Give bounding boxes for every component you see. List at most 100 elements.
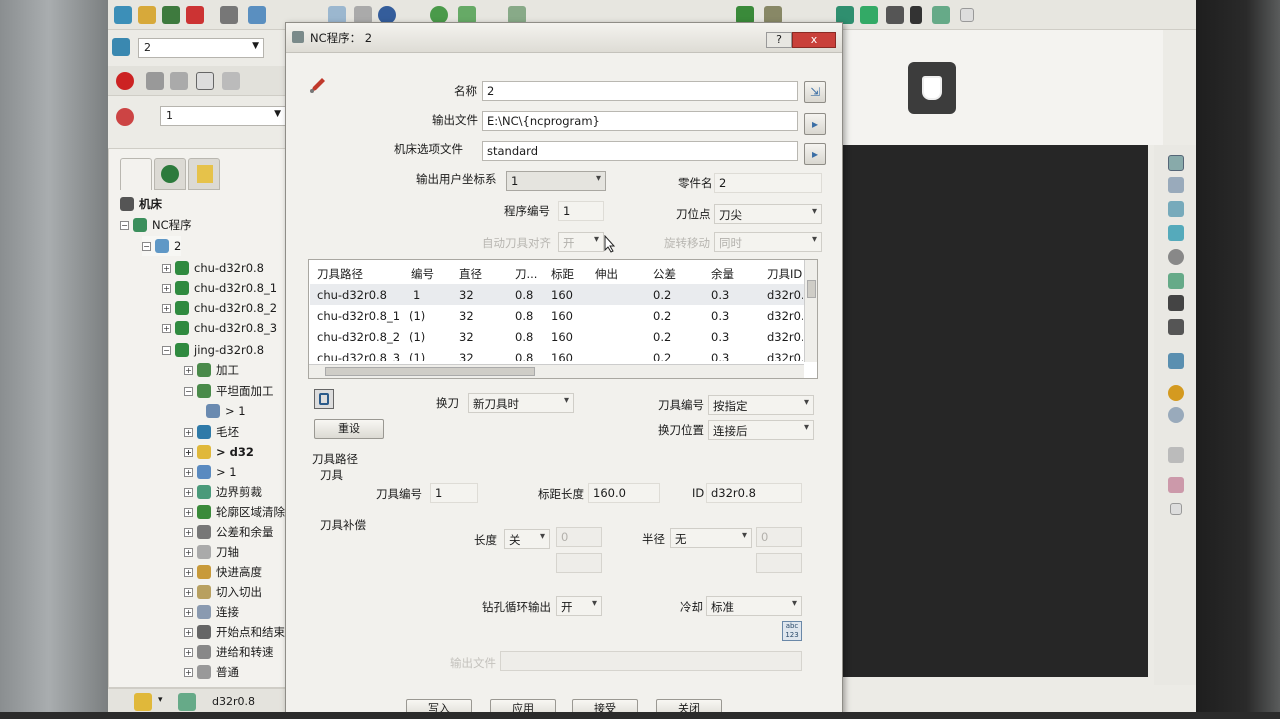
coolant-dropdown[interactable]: 标准 [706,596,802,616]
material-icon[interactable] [1168,385,1184,401]
program-number-field[interactable]: 1 [558,201,604,221]
tree-item-general[interactable]: + 普通 [184,662,239,682]
pick-icon[interactable] [1168,477,1184,493]
tool-number-dropdown[interactable]: 按指定 [708,395,814,415]
tree-item-sub[interactable]: > 1 [206,401,246,421]
tree-item-area-clear[interactable]: + 轮廓区域清除 [184,502,285,522]
calc-icon[interactable] [248,6,266,24]
tree-item-boundary[interactable]: + > 1 [184,462,237,482]
tree-item-start-end[interactable]: + 开始点和结束 [184,622,285,642]
column-header[interactable]: 公差 [653,266,676,282]
abc-123-icon[interactable]: abc 123 [782,621,802,641]
tree-item-trim[interactable]: + 边界剪裁 [184,482,262,502]
part-name-field[interactable]: 2 [714,173,822,193]
tree-item-links[interactable]: + 连接 [184,602,239,622]
tool-no-field[interactable]: 1 [430,483,478,503]
view-side-icon[interactable] [1168,201,1184,217]
cross-icon[interactable] [1168,295,1184,311]
delete-icon[interactable] [186,6,204,24]
column-header[interactable]: 编号 [411,266,434,282]
tab-help[interactable] [188,158,220,190]
toolbar-combo-2[interactable]: 1 ▼ [160,106,286,126]
column-header[interactable]: 余量 [711,266,734,282]
reset-button[interactable]: 重设 [314,419,384,439]
tab-web[interactable] [154,158,186,190]
wire-icon[interactable] [170,72,188,90]
collapse-icon[interactable]: − [142,241,151,251]
close-toolbar-icon[interactable] [960,8,974,22]
camera-icon[interactable] [886,6,904,24]
tree-item-tolerance[interactable]: + 公差和余量 [184,522,274,542]
record-icon[interactable] [116,72,134,90]
tree-item-toolpath[interactable]: + chu-d32r0.8_1 [162,278,277,298]
scroll-thumb[interactable] [325,367,535,376]
tree-item-nc-programs[interactable]: − NC程序 [120,215,192,235]
column-header[interactable]: 刀具路径 [317,266,363,282]
toolpath-icon[interactable] [178,693,196,711]
graphics-viewport[interactable] [830,145,1148,677]
column-header[interactable]: 刀... [515,266,537,282]
tree-item-toolpath[interactable]: + chu-d32r0.8_3 [162,318,277,338]
tree-item-tool[interactable]: + > d32 [184,442,254,462]
globe-icon[interactable] [1168,407,1184,423]
view-front-icon[interactable] [1168,177,1184,193]
tools-icon[interactable] [932,6,950,24]
shade-icon[interactable] [146,72,164,90]
help-button[interactable]: ? [766,32,792,48]
refresh-icon[interactable] [1168,273,1184,289]
output-file-field[interactable]: E:\NC\{ncprogram} [482,111,798,131]
tree-item-toolpath[interactable]: + chu-d32r0.8 [162,258,264,278]
select-icon[interactable] [1168,447,1184,463]
drill-cycle-dropdown[interactable]: 开 [556,596,602,616]
close-toolbar-icon[interactable] [1170,503,1182,515]
hide-icon[interactable] [222,72,240,90]
tool-library-icon[interactable] [314,389,334,409]
dialog-titlebar[interactable]: NC程序： 2 ? x [286,23,842,53]
tool-point-dropdown[interactable]: 刀尖 [714,204,822,224]
open-icon[interactable] [138,6,156,24]
tool-change-pos-dropdown[interactable]: 连接后 [708,420,814,440]
view-iso-icon[interactable] [1168,155,1184,171]
frame-icon[interactable] [1168,319,1184,335]
radius-dropdown[interactable]: 无 [670,528,752,548]
column-header[interactable]: 标距 [551,266,574,282]
file-icon[interactable]: ⇲ [804,81,826,103]
browse-folder-icon[interactable]: ▸ [804,113,826,135]
zoom-icon[interactable] [1168,249,1184,265]
tree-item-machine[interactable]: 机床 [120,194,162,214]
edge-icon[interactable] [196,72,214,90]
horizontal-scrollbar[interactable] [309,364,804,378]
vertical-scrollbar[interactable] [804,260,817,362]
name-field[interactable]: 2 [482,81,798,101]
shaded-icon[interactable] [1168,353,1184,369]
machine-option-field[interactable]: standard [482,141,798,161]
cube-icon[interactable] [114,6,132,24]
tree-item-toolpath[interactable]: − jing-d32r0.8 [162,340,264,360]
view-cube-icon[interactable] [908,62,956,114]
shape-icon[interactable] [860,6,878,24]
column-header[interactable]: 伸出 [595,266,618,282]
tree-item-toolpath[interactable]: + chu-d32r0.8_2 [162,298,277,318]
scroll-thumb[interactable] [807,280,816,298]
tool-icon[interactable] [220,6,238,24]
column-header[interactable]: 刀具ID [767,266,802,282]
length-dropdown[interactable]: 关 [504,529,550,549]
tree-item-tool-axis[interactable]: + 刀轴 [184,542,239,562]
text-icon[interactable] [910,6,922,24]
tool-icon[interactable] [134,693,152,711]
tree-item-rapid-height[interactable]: + 快进高度 [184,562,262,582]
tab-explorer[interactable] [120,158,152,190]
column-header[interactable]: 直径 [459,266,482,282]
tree-item-block[interactable]: + 毛坯 [184,422,239,442]
feature-icon[interactable] [116,108,134,126]
tree-item-leads[interactable]: + 切入切出 [184,582,262,602]
tool-id-field[interactable]: d32r0.8 [706,483,802,503]
toolbar-combo-1[interactable]: 2 ▼ [138,38,264,58]
tree-item-machining[interactable]: + 加工 [184,360,239,380]
tree-item-feeds[interactable]: + 进给和转速 [184,642,274,662]
gauge-length-field[interactable]: 160.0 [588,483,660,503]
view-top-icon[interactable] [1168,225,1184,241]
tree-item-flat-area[interactable]: − 平坦面加工 [184,381,274,401]
close-button[interactable]: x [792,32,836,48]
workplane-icon[interactable] [112,38,130,56]
